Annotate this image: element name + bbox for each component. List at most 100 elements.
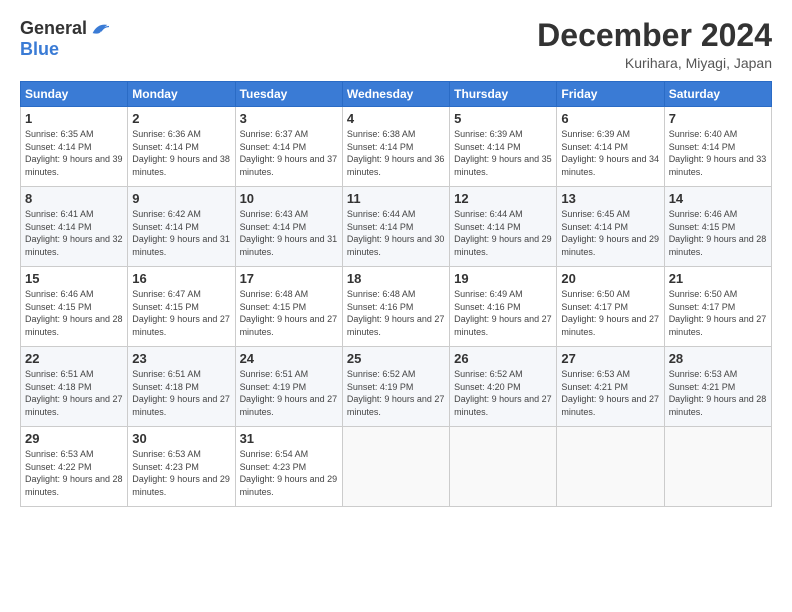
calendar-cell: 3 Sunrise: 6:37 AMSunset: 4:14 PMDaylight… bbox=[235, 107, 342, 187]
day-number: 19 bbox=[454, 271, 552, 286]
calendar-cell: 12Sunrise: 6:44 AMSunset: 4:14 PMDayligh… bbox=[450, 187, 557, 267]
day-info: Sunrise: 6:41 AMSunset: 4:14 PMDaylight:… bbox=[25, 208, 123, 258]
calendar-cell: 10Sunrise: 6:43 AMSunset: 4:14 PMDayligh… bbox=[235, 187, 342, 267]
calendar-cell: 7 Sunrise: 6:40 AMSunset: 4:14 PMDaylight… bbox=[664, 107, 771, 187]
day-info: Sunrise: 6:44 AMSunset: 4:14 PMDaylight:… bbox=[347, 208, 445, 258]
day-number: 21 bbox=[669, 271, 767, 286]
calendar-cell: 15 Sunrise: 6:46 AMSunset: 4:15 PMDayligh… bbox=[21, 267, 128, 347]
day-info: Sunrise: 6:38 AMSunset: 4:14 PMDaylight:… bbox=[347, 128, 445, 178]
day-number: 2 bbox=[132, 111, 230, 126]
calendar-cell: 18Sunrise: 6:48 AMSunset: 4:16 PMDayligh… bbox=[342, 267, 449, 347]
calendar-header-row: SundayMondayTuesdayWednesdayThursdayFrid… bbox=[21, 82, 772, 107]
day-number: 17 bbox=[240, 271, 338, 286]
calendar-cell: 16 Sunrise: 6:47 AMSunset: 4:15 PMDayligh… bbox=[128, 267, 235, 347]
day-info: Sunrise: 6:50 AMSunset: 4:17 PMDaylight:… bbox=[669, 288, 767, 338]
day-info: Sunrise: 6:51 AMSunset: 4:18 PMDaylight:… bbox=[25, 368, 123, 418]
location-text: Kurihara, Miyagi, Japan bbox=[537, 55, 772, 71]
day-info: Sunrise: 6:39 AMSunset: 4:14 PMDaylight:… bbox=[454, 128, 552, 178]
logo-blue-text: Blue bbox=[20, 39, 59, 60]
calendar-cell bbox=[450, 427, 557, 507]
calendar-cell: 6 Sunrise: 6:39 AMSunset: 4:14 PMDaylight… bbox=[557, 107, 664, 187]
day-number: 25 bbox=[347, 351, 445, 366]
day-number: 20 bbox=[561, 271, 659, 286]
calendar-week-row: 15 Sunrise: 6:46 AMSunset: 4:15 PMDayligh… bbox=[21, 267, 772, 347]
calendar-cell: 11 Sunrise: 6:44 AMSunset: 4:14 PMDayligh… bbox=[342, 187, 449, 267]
day-info: Sunrise: 6:36 AMSunset: 4:14 PMDaylight:… bbox=[132, 128, 230, 178]
calendar-cell: 5 Sunrise: 6:39 AMSunset: 4:14 PMDaylight… bbox=[450, 107, 557, 187]
day-number: 14 bbox=[669, 191, 767, 206]
day-number: 13 bbox=[561, 191, 659, 206]
calendar-cell bbox=[664, 427, 771, 507]
day-info: Sunrise: 6:51 AMSunset: 4:19 PMDaylight:… bbox=[240, 368, 338, 418]
calendar-cell: 22 Sunrise: 6:51 AMSunset: 4:18 PMDayligh… bbox=[21, 347, 128, 427]
day-info: Sunrise: 6:43 AMSunset: 4:14 PMDaylight:… bbox=[240, 208, 338, 258]
header: General Blue December 2024 Kurihara, Miy… bbox=[20, 18, 772, 71]
day-of-week-header: Wednesday bbox=[342, 82, 449, 107]
calendar-cell bbox=[342, 427, 449, 507]
calendar-cell: 17 Sunrise: 6:48 AMSunset: 4:15 PMDayligh… bbox=[235, 267, 342, 347]
calendar-cell: 25 Sunrise: 6:52 AMSunset: 4:19 PMDayligh… bbox=[342, 347, 449, 427]
calendar-cell: 2 Sunrise: 6:36 AMSunset: 4:14 PMDaylight… bbox=[128, 107, 235, 187]
day-info: Sunrise: 6:40 AMSunset: 4:14 PMDaylight:… bbox=[669, 128, 767, 178]
day-info: Sunrise: 6:39 AMSunset: 4:14 PMDaylight:… bbox=[561, 128, 659, 178]
calendar-cell: 24Sunrise: 6:51 AMSunset: 4:19 PMDayligh… bbox=[235, 347, 342, 427]
day-info: Sunrise: 6:53 AMSunset: 4:21 PMDaylight:… bbox=[669, 368, 767, 418]
day-number: 8 bbox=[25, 191, 123, 206]
logo: General Blue bbox=[20, 18, 109, 60]
day-number: 26 bbox=[454, 351, 552, 366]
day-number: 4 bbox=[347, 111, 445, 126]
day-info: Sunrise: 6:42 AMSunset: 4:14 PMDaylight:… bbox=[132, 208, 230, 258]
day-number: 7 bbox=[669, 111, 767, 126]
day-info: Sunrise: 6:45 AMSunset: 4:14 PMDaylight:… bbox=[561, 208, 659, 258]
day-info: Sunrise: 6:47 AMSunset: 4:15 PMDaylight:… bbox=[132, 288, 230, 338]
day-number: 23 bbox=[132, 351, 230, 366]
calendar-cell: 28Sunrise: 6:53 AMSunset: 4:21 PMDayligh… bbox=[664, 347, 771, 427]
calendar-container: General Blue December 2024 Kurihara, Miy… bbox=[0, 0, 792, 612]
calendar-week-row: 22 Sunrise: 6:51 AMSunset: 4:18 PMDayligh… bbox=[21, 347, 772, 427]
day-number: 22 bbox=[25, 351, 123, 366]
day-number: 5 bbox=[454, 111, 552, 126]
day-info: Sunrise: 6:53 AMSunset: 4:23 PMDaylight:… bbox=[132, 448, 230, 498]
day-info: Sunrise: 6:53 AMSunset: 4:21 PMDaylight:… bbox=[561, 368, 659, 418]
day-number: 15 bbox=[25, 271, 123, 286]
day-of-week-header: Saturday bbox=[664, 82, 771, 107]
day-number: 30 bbox=[132, 431, 230, 446]
calendar-cell: 29Sunrise: 6:53 AMSunset: 4:22 PMDayligh… bbox=[21, 427, 128, 507]
day-info: Sunrise: 6:50 AMSunset: 4:17 PMDaylight:… bbox=[561, 288, 659, 338]
calendar-cell: 30 Sunrise: 6:53 AMSunset: 4:23 PMDayligh… bbox=[128, 427, 235, 507]
calendar-cell: 27 Sunrise: 6:53 AMSunset: 4:21 PMDayligh… bbox=[557, 347, 664, 427]
calendar-cell: 14 Sunrise: 6:46 AMSunset: 4:15 PMDayligh… bbox=[664, 187, 771, 267]
day-number: 27 bbox=[561, 351, 659, 366]
calendar-table: SundayMondayTuesdayWednesdayThursdayFrid… bbox=[20, 81, 772, 507]
calendar-cell: 19 Sunrise: 6:49 AMSunset: 4:16 PMDayligh… bbox=[450, 267, 557, 347]
day-number: 29 bbox=[25, 431, 123, 446]
day-info: Sunrise: 6:49 AMSunset: 4:16 PMDaylight:… bbox=[454, 288, 552, 338]
day-info: Sunrise: 6:35 AMSunset: 4:14 PMDaylight:… bbox=[25, 128, 123, 178]
calendar-cell: 8 Sunrise: 6:41 AMSunset: 4:14 PMDaylight… bbox=[21, 187, 128, 267]
day-info: Sunrise: 6:37 AMSunset: 4:14 PMDaylight:… bbox=[240, 128, 338, 178]
calendar-cell: 21 Sunrise: 6:50 AMSunset: 4:17 PMDayligh… bbox=[664, 267, 771, 347]
day-of-week-header: Sunday bbox=[21, 82, 128, 107]
day-info: Sunrise: 6:48 AMSunset: 4:15 PMDaylight:… bbox=[240, 288, 338, 338]
day-number: 9 bbox=[132, 191, 230, 206]
day-number: 6 bbox=[561, 111, 659, 126]
day-info: Sunrise: 6:46 AMSunset: 4:15 PMDaylight:… bbox=[25, 288, 123, 338]
day-number: 3 bbox=[240, 111, 338, 126]
calendar-week-row: 8 Sunrise: 6:41 AMSunset: 4:14 PMDaylight… bbox=[21, 187, 772, 267]
day-number: 16 bbox=[132, 271, 230, 286]
calendar-cell: 9 Sunrise: 6:42 AMSunset: 4:14 PMDaylight… bbox=[128, 187, 235, 267]
calendar-cell: 4 Sunrise: 6:38 AMSunset: 4:14 PMDaylight… bbox=[342, 107, 449, 187]
day-of-week-header: Tuesday bbox=[235, 82, 342, 107]
calendar-cell: 13 Sunrise: 6:45 AMSunset: 4:14 PMDayligh… bbox=[557, 187, 664, 267]
day-info: Sunrise: 6:52 AMSunset: 4:19 PMDaylight:… bbox=[347, 368, 445, 418]
calendar-cell: 31Sunrise: 6:54 AMSunset: 4:23 PMDayligh… bbox=[235, 427, 342, 507]
calendar-cell: 26Sunrise: 6:52 AMSunset: 4:20 PMDayligh… bbox=[450, 347, 557, 427]
day-info: Sunrise: 6:51 AMSunset: 4:18 PMDaylight:… bbox=[132, 368, 230, 418]
day-info: Sunrise: 6:54 AMSunset: 4:23 PMDaylight:… bbox=[240, 448, 338, 498]
calendar-cell: 20 Sunrise: 6:50 AMSunset: 4:17 PMDayligh… bbox=[557, 267, 664, 347]
day-number: 1 bbox=[25, 111, 123, 126]
calendar-cell bbox=[557, 427, 664, 507]
day-number: 18 bbox=[347, 271, 445, 286]
day-info: Sunrise: 6:46 AMSunset: 4:15 PMDaylight:… bbox=[669, 208, 767, 258]
day-number: 11 bbox=[347, 191, 445, 206]
